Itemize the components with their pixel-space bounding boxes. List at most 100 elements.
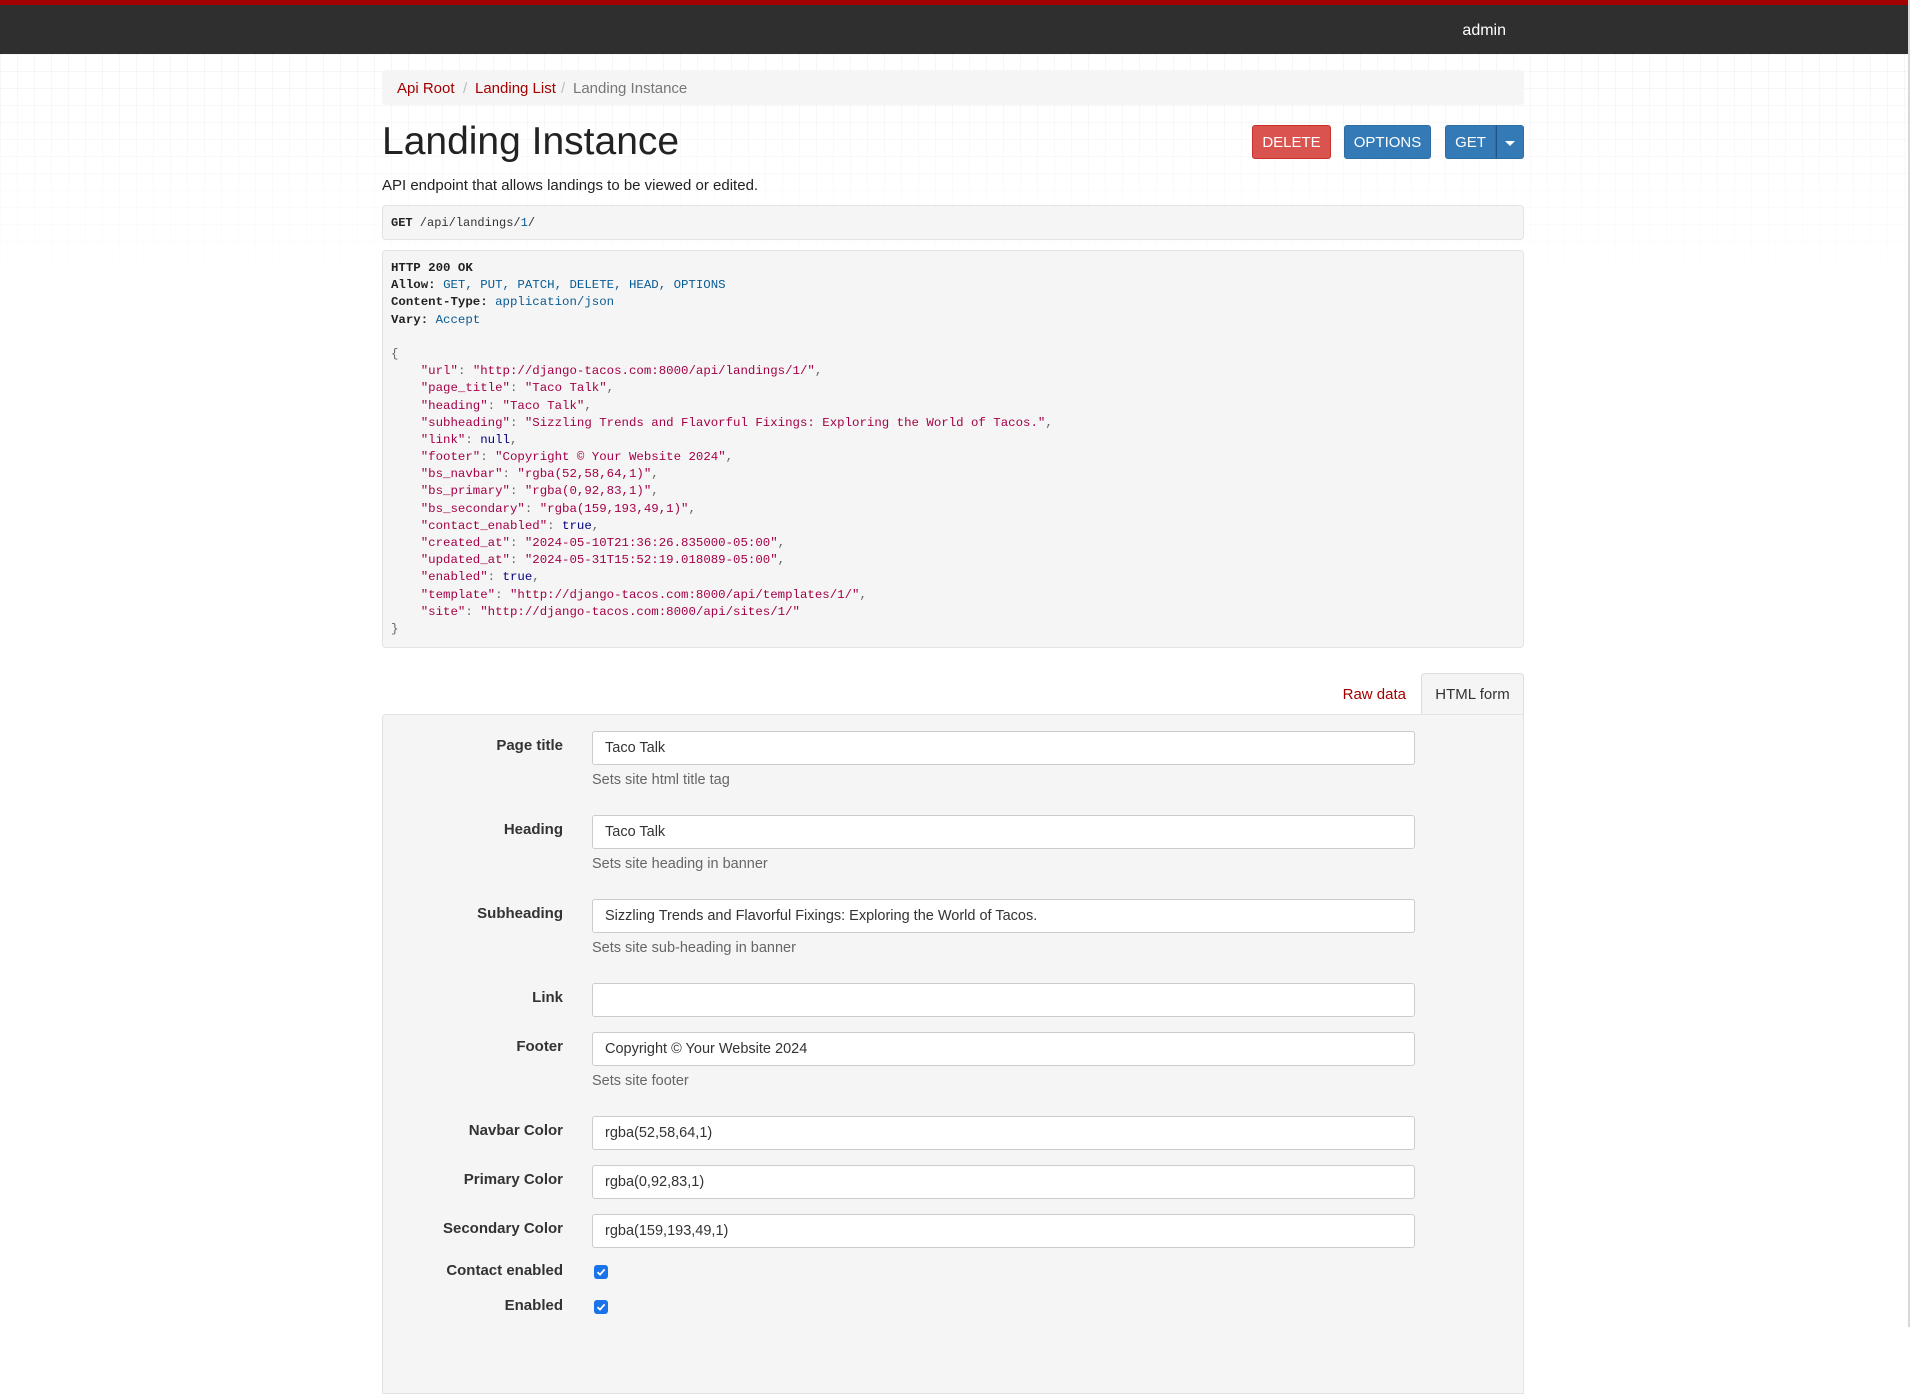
- request-method: GET: [391, 216, 413, 230]
- json-field: "contact_enabled": true,: [391, 518, 1515, 535]
- endpoint-description: API endpoint that allows landings to be …: [382, 177, 759, 194]
- brace: }: [391, 621, 399, 636]
- request-path-suffix: /: [527, 216, 536, 230]
- json-field: "bs_primary": "rgba(0,92,83,1)",: [391, 483, 1515, 500]
- json-field: "enabled": true,: [391, 569, 1515, 586]
- json-comma: ,: [510, 432, 518, 447]
- json-comma: ,: [814, 364, 823, 379]
- breadcrumb-api-root[interactable]: Api Root: [397, 80, 455, 97]
- breadcrumb-separator: /: [561, 80, 566, 97]
- options-button[interactable]: OPTIONS: [1344, 125, 1431, 159]
- json-colon: :: [509, 484, 525, 499]
- response-status-line: HTTP 200 OK: [391, 260, 1515, 277]
- navbar-color-input[interactable]: rgba(52,58,64,1): [592, 1116, 1415, 1150]
- enabled-label: Enabled: [504, 1297, 563, 1314]
- page-title-label: Page title: [496, 737, 563, 754]
- json-key: "template": [420, 587, 496, 602]
- get-button[interactable]: GET: [1445, 125, 1496, 159]
- json-colon: :: [480, 450, 496, 465]
- heading-help: Sets site heading in banner: [592, 856, 768, 872]
- json-colon: :: [465, 604, 481, 619]
- json-value: "http://django-tacos.com:8000/api/landin…: [472, 364, 815, 379]
- header-value: Accept: [435, 312, 481, 327]
- json-comma: ,: [1045, 415, 1053, 430]
- json-key: "created_at": [420, 536, 510, 550]
- json-field: "created_at": "2024-05-10T21:36:26.83500…: [391, 535, 1515, 552]
- json-value: "http://django-tacos.com:8000/api/templa…: [509, 587, 860, 602]
- json-key: "page_title": [420, 381, 510, 396]
- tab-raw-data[interactable]: Raw data: [1343, 686, 1406, 703]
- json-key: "subheading": [420, 415, 510, 430]
- json-comma: ,: [532, 570, 540, 585]
- json-key: "bs_navbar": [420, 467, 503, 482]
- json-comma: ,: [591, 518, 600, 533]
- json-value: true: [502, 570, 533, 585]
- json-colon: :: [524, 501, 540, 516]
- secondary-color-input[interactable]: rgba(159,193,49,1): [592, 1214, 1415, 1248]
- heading-input[interactable]: Taco Talk: [592, 815, 1415, 849]
- link-label: Link: [532, 989, 563, 1006]
- content-tabs: Raw data HTML form: [382, 673, 1524, 715]
- json-field: "page_title": "Taco Talk",: [391, 380, 1515, 397]
- response-header: Vary: Accept: [391, 312, 1515, 329]
- response-header: Content-Type: application/json: [391, 294, 1515, 311]
- response-status: HTTP 200 OK: [391, 261, 473, 275]
- page-title-help: Sets site html title tag: [592, 772, 730, 788]
- get-format-dropdown-button[interactable]: [1496, 125, 1524, 159]
- top-navbar: admin: [0, 0, 1908, 54]
- secondary-color-label: Secondary Color: [442, 1220, 563, 1237]
- header-name: Vary:: [391, 312, 429, 327]
- link-input[interactable]: [592, 983, 1415, 1017]
- json-value: "Taco Talk": [502, 398, 585, 413]
- header-value: application/json: [495, 295, 615, 310]
- json-field: "bs_secondary": "rgba(159,193,49,1)",: [391, 501, 1515, 518]
- primary-color-input[interactable]: rgba(0,92,83,1): [592, 1165, 1415, 1199]
- contact-enabled-checkbox[interactable]: [594, 1265, 608, 1279]
- json-comma: ,: [777, 536, 786, 550]
- page-title-input[interactable]: Taco Talk: [592, 731, 1415, 765]
- json-colon: :: [509, 415, 525, 430]
- json-key: "heading": [420, 398, 488, 413]
- json-comma: ,: [651, 467, 659, 482]
- json-field: "link": null,: [391, 432, 1515, 449]
- json-colon: :: [509, 381, 525, 396]
- breadcrumb-separator: /: [463, 80, 468, 97]
- json-value: "Taco Talk": [524, 381, 607, 396]
- json-close-brace: }: [391, 621, 1515, 638]
- json-value: "2024-05-31T15:52:19.018089-05:00": [524, 553, 778, 568]
- contact-enabled-label: Contact enabled: [446, 1262, 563, 1279]
- subheading-label: Subheading: [477, 905, 563, 922]
- footer-input[interactable]: Copyright © Your Website 2024: [592, 1032, 1415, 1066]
- tab-html-form[interactable]: HTML form: [1421, 673, 1524, 715]
- json-key: "url": [420, 364, 458, 379]
- json-body: "url": "http://django-tacos.com:8000/api…: [391, 363, 1515, 621]
- page-title: Landing Instance: [382, 120, 680, 163]
- json-value: "rgba(0,92,83,1)": [524, 484, 652, 499]
- breadcrumb-landing-list[interactable]: Landing List: [475, 80, 556, 97]
- json-key: "footer": [420, 450, 481, 465]
- json-field: "bs_navbar": "rgba(52,58,64,1)",: [391, 466, 1515, 483]
- json-key: "updated_at": [420, 553, 510, 568]
- json-key: "link": [420, 432, 466, 447]
- breadcrumb: Api Root / Landing List / Landing Instan…: [382, 70, 1524, 105]
- subheading-input[interactable]: Sizzling Trends and Flavorful Fixings: E…: [592, 899, 1415, 933]
- request-path-id: 1: [520, 216, 528, 230]
- heading-label: Heading: [503, 821, 563, 838]
- json-key: "site": [420, 604, 466, 619]
- footer-help: Sets site footer: [592, 1073, 689, 1089]
- user-menu[interactable]: admin: [1462, 22, 1506, 40]
- delete-button[interactable]: DELETE: [1252, 125, 1331, 159]
- json-colon: :: [547, 518, 563, 533]
- json-field: "heading": "Taco Talk",: [391, 398, 1515, 415]
- request-info: GET /api/landings/1/: [382, 205, 1524, 240]
- json-colon: :: [487, 570, 503, 585]
- breadcrumb-current: Landing Instance: [573, 80, 688, 97]
- enabled-checkbox[interactable]: [594, 1300, 608, 1314]
- navbar-color-label: Navbar Color: [468, 1122, 563, 1139]
- json-value: "Sizzling Trends and Flavorful Fixings: …: [524, 415, 1046, 430]
- json-value: true: [562, 518, 592, 533]
- footer-label: Footer: [516, 1038, 563, 1055]
- json-field: "url": "http://django-tacos.com:8000/api…: [391, 363, 1515, 380]
- request-path: /api/landings/: [412, 216, 521, 230]
